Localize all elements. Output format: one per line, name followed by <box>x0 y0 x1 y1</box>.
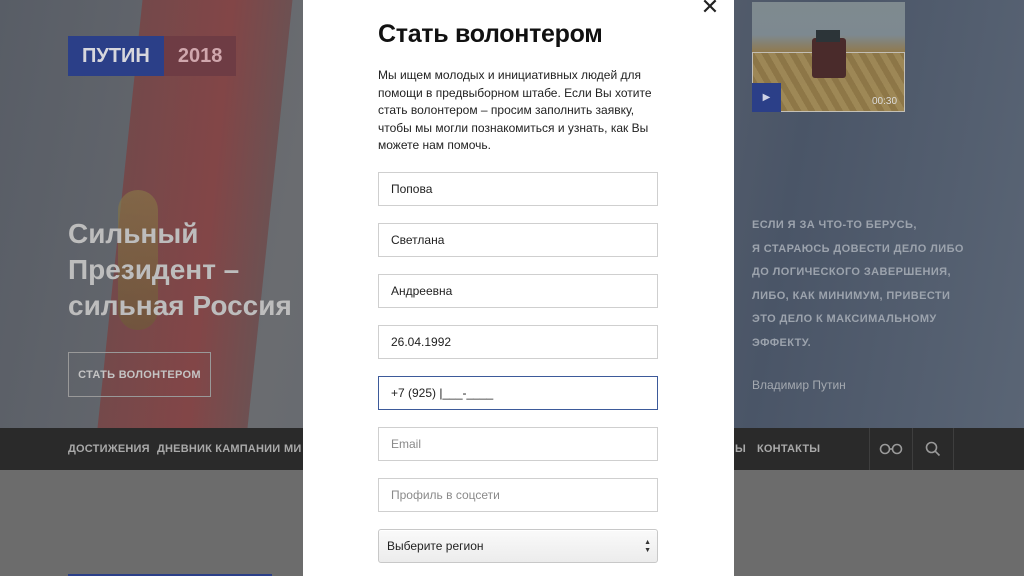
region-select-label: Выберите регион <box>387 539 484 553</box>
patronymic-field[interactable]: Андреевна <box>378 274 658 308</box>
birth-date-field[interactable]: 26.04.1992 <box>378 325 658 359</box>
modal-description: Мы ищем молодых и инициативных людей для… <box>378 68 652 152</box>
site-logo[interactable]: ПУТИН 2018 <box>68 36 237 76</box>
first-name-field[interactable]: Светлана <box>378 223 658 257</box>
become-volunteer-button[interactable]: СТАТЬ ВОЛОНТЕРОМ <box>68 352 211 397</box>
nav-item-contacts[interactable]: КОНТАКТЫ <box>757 428 820 470</box>
email-field[interactable]: Email <box>378 427 658 461</box>
video-harvester-image <box>812 30 846 78</box>
play-icon[interactable]: ▶ <box>752 83 781 112</box>
glasses-icon-svg <box>879 443 902 455</box>
volunteer-modal: ✕ Стать волонтером Мы ищем молодых и ини… <box>303 0 734 576</box>
select-arrows-icon: ▲ ▼ <box>644 539 651 554</box>
nav-item-partial-2[interactable]: Ы <box>735 428 746 470</box>
logo-year: 2018 <box>163 36 237 76</box>
video-duration: 00:30 <box>872 96 898 107</box>
nav-item-partial[interactable]: МИ <box>284 428 301 470</box>
search-icon-svg <box>925 441 941 457</box>
nav-item-campaign-diary[interactable]: ДНЕВНИК КАМПАНИИ <box>157 428 280 470</box>
logo-name: ПУТИН <box>68 36 164 76</box>
phone-field[interactable]: +7 (925) |___-____ <box>378 376 658 410</box>
search-icon[interactable] <box>912 428 954 470</box>
quote-text: ЕСЛИ Я ЗА ЧТО-ТО БЕРУСЬ, Я СТАРАЮСЬ ДОВЕ… <box>752 219 964 349</box>
glasses-icon[interactable] <box>869 428 911 470</box>
nav-item-achievements[interactable]: ДОСТИЖЕНИЯ <box>68 428 150 470</box>
modal-title: Стать волонтером <box>378 20 603 48</box>
region-select[interactable]: Выберите регион ▲ ▼ <box>378 529 658 563</box>
quote-author: Владимир Путин <box>752 378 846 392</box>
last-name-field[interactable]: Попова <box>378 172 658 206</box>
close-icon[interactable]: ✕ <box>699 0 721 18</box>
social-profile-field[interactable]: Профиль в соцсети <box>378 478 658 512</box>
hero-slogan: Сильный Президент – сильная Россия <box>68 218 292 321</box>
